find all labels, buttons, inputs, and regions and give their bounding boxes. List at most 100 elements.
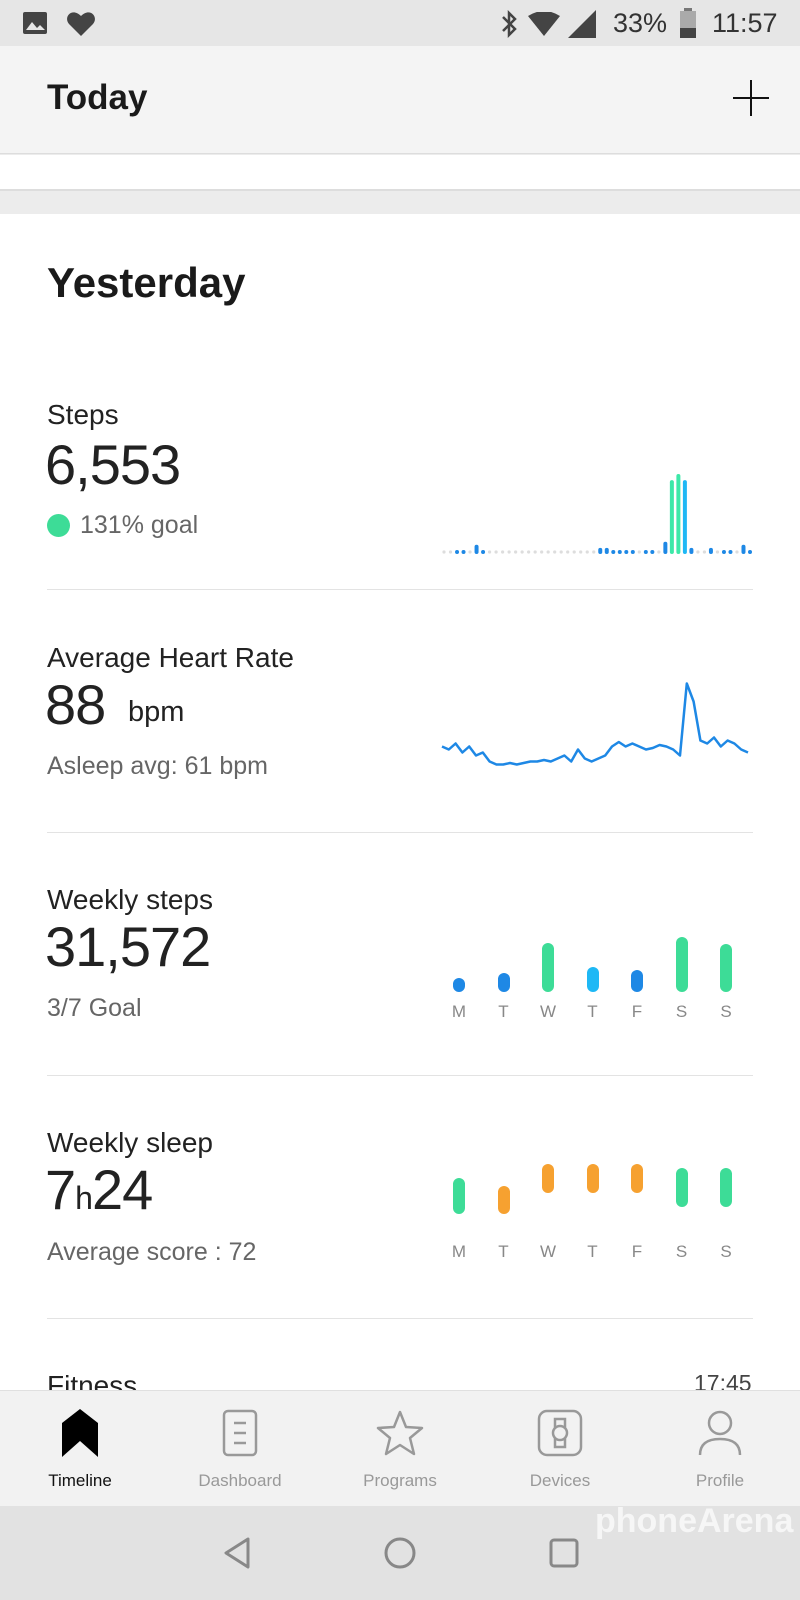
steps-bar [500,550,505,554]
day-label: W [539,1002,557,1021]
minutes: 24 [91,1158,153,1221]
day-label: S [720,1242,732,1261]
plus-icon[interactable] [733,80,769,116]
steps-bar [741,544,746,554]
steps-bar [624,550,629,554]
steps-bar [579,550,583,554]
day-label: W [539,1242,557,1261]
day-label: T [498,1242,509,1261]
divider [47,1075,753,1076]
day-label: S [675,1002,688,1021]
heart-rate-value: 88 [45,673,106,736]
watch-icon [537,1409,583,1457]
steps-bar [689,547,694,554]
nav-profile[interactable]: Profile [640,1391,800,1507]
steps-bar [598,547,603,554]
image-icon [23,12,47,34]
steps-bar [481,550,486,554]
person-icon [698,1410,742,1456]
heart-rate-chart [441,682,749,766]
nav-programs[interactable]: Programs [320,1391,480,1507]
nav-devices[interactable]: Devices [480,1391,640,1507]
dashboard-icon [222,1409,258,1457]
weekly-steps-goal: 3/7 Goal [47,994,142,1022]
home-icon[interactable] [383,1536,417,1570]
steps-bar [657,550,661,554]
nav-label: Programs [363,1471,437,1490]
bluetooth-icon [502,10,517,38]
steps-bar [728,550,733,554]
back-icon[interactable] [222,1536,252,1570]
nav-label: Devices [529,1471,591,1490]
steps-bar [540,550,544,554]
sleep-average-score: Average score : 72 [47,1238,257,1266]
heart-icon [67,12,95,37]
steps-bar [507,550,511,554]
nav-dashboard[interactable]: Dashboard [160,1391,320,1507]
day-label: T [587,1242,598,1261]
day-label: T [587,1002,598,1021]
steps-bar [559,550,563,554]
battery-percent: 33% [613,8,668,38]
steps-bar [663,541,668,554]
weekly-sleep-chart: MTWTFSS [450,1154,750,1284]
timeline-icon [62,1409,98,1457]
nav-timeline[interactable]: Timeline [0,1391,160,1507]
day-bar [453,978,465,992]
steps-bar [566,550,570,554]
recents-icon[interactable] [548,1537,580,1569]
steps-bar [604,547,609,554]
steps-bar [643,550,648,554]
day-label: F [631,1242,643,1261]
weekly-steps-label: Weekly steps [47,884,213,915]
steps-bar [696,550,700,554]
steps-bar [514,550,518,554]
day-label: S [720,1002,732,1021]
steps-bar [682,480,687,554]
day-bar [542,942,554,992]
steps-bar [468,550,472,554]
divider [47,832,753,833]
steps-chart [442,474,752,554]
steps-bar [461,550,466,554]
steps-bar [676,474,681,554]
steps-bar [455,550,460,554]
goal-dot-icon [47,514,70,537]
steps-bar [708,547,713,554]
star-icon [376,1410,424,1456]
day-bar [497,1185,510,1215]
day-label: F [631,1002,643,1021]
page-title: Today [47,78,148,117]
hours: 7 [45,1158,76,1221]
steps-bar [748,550,752,554]
steps-bar [650,550,655,554]
hours-unit: h [75,1180,93,1216]
steps-label: Steps [47,399,119,430]
steps-bar [715,550,720,554]
day-label: M [451,1242,467,1261]
steps-bar [527,550,531,554]
signal-icon [568,10,596,38]
weekly-steps-chart: MTWTFSS [450,914,750,1044]
day-bar [675,1167,688,1208]
divider [47,589,753,590]
steps-bar [592,550,596,554]
day-bar [720,944,732,992]
weekly-steps-value: 31,572 [45,915,211,978]
day-label: M [451,1002,467,1021]
day-label: T [498,1002,509,1021]
heart-rate-unit: bpm [128,696,185,728]
steps-bar [585,550,589,554]
heart-rate-line [441,682,749,766]
yesterday-card: Yesterday Steps 6,553 131% goal Average … [0,214,800,1401]
day-label: S [675,1242,688,1261]
section-title: Yesterday [47,259,246,306]
steps-bar [494,550,498,554]
day-bar [631,1164,643,1193]
today-card [0,155,800,191]
day-bar [631,970,643,992]
nav-label: Timeline [48,1471,112,1490]
steps-bar [669,480,674,554]
divider [47,1318,753,1319]
nav-label: Dashboard [198,1471,282,1490]
